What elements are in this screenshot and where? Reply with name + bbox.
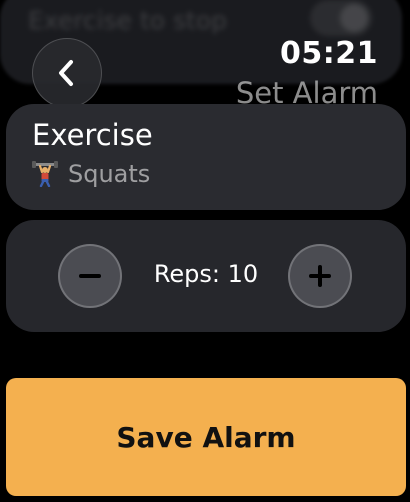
exercise-label: Exercise [32,118,153,152]
plus-icon [309,265,331,287]
save-alarm-button[interactable]: Save Alarm [6,378,406,496]
reps-stepper: Reps: 10 [6,220,406,332]
background-row-label: Exercise to stop [28,6,228,35]
back-button[interactable] [32,38,102,108]
exercise-value-text: Squats [68,160,151,188]
background-toggle [310,0,372,36]
clock-time: 05:21 [280,36,378,71]
exercise-selected-value: Squats [32,160,150,188]
chevron-left-icon [59,60,73,86]
set-alarm-screen: Exercise to stop 05:21 Set Alarm Exercis… [0,0,410,502]
exercise-picker[interactable]: Exercise Squats [6,104,406,210]
increment-reps-button[interactable] [288,244,352,308]
weightlifter-icon [32,161,58,187]
